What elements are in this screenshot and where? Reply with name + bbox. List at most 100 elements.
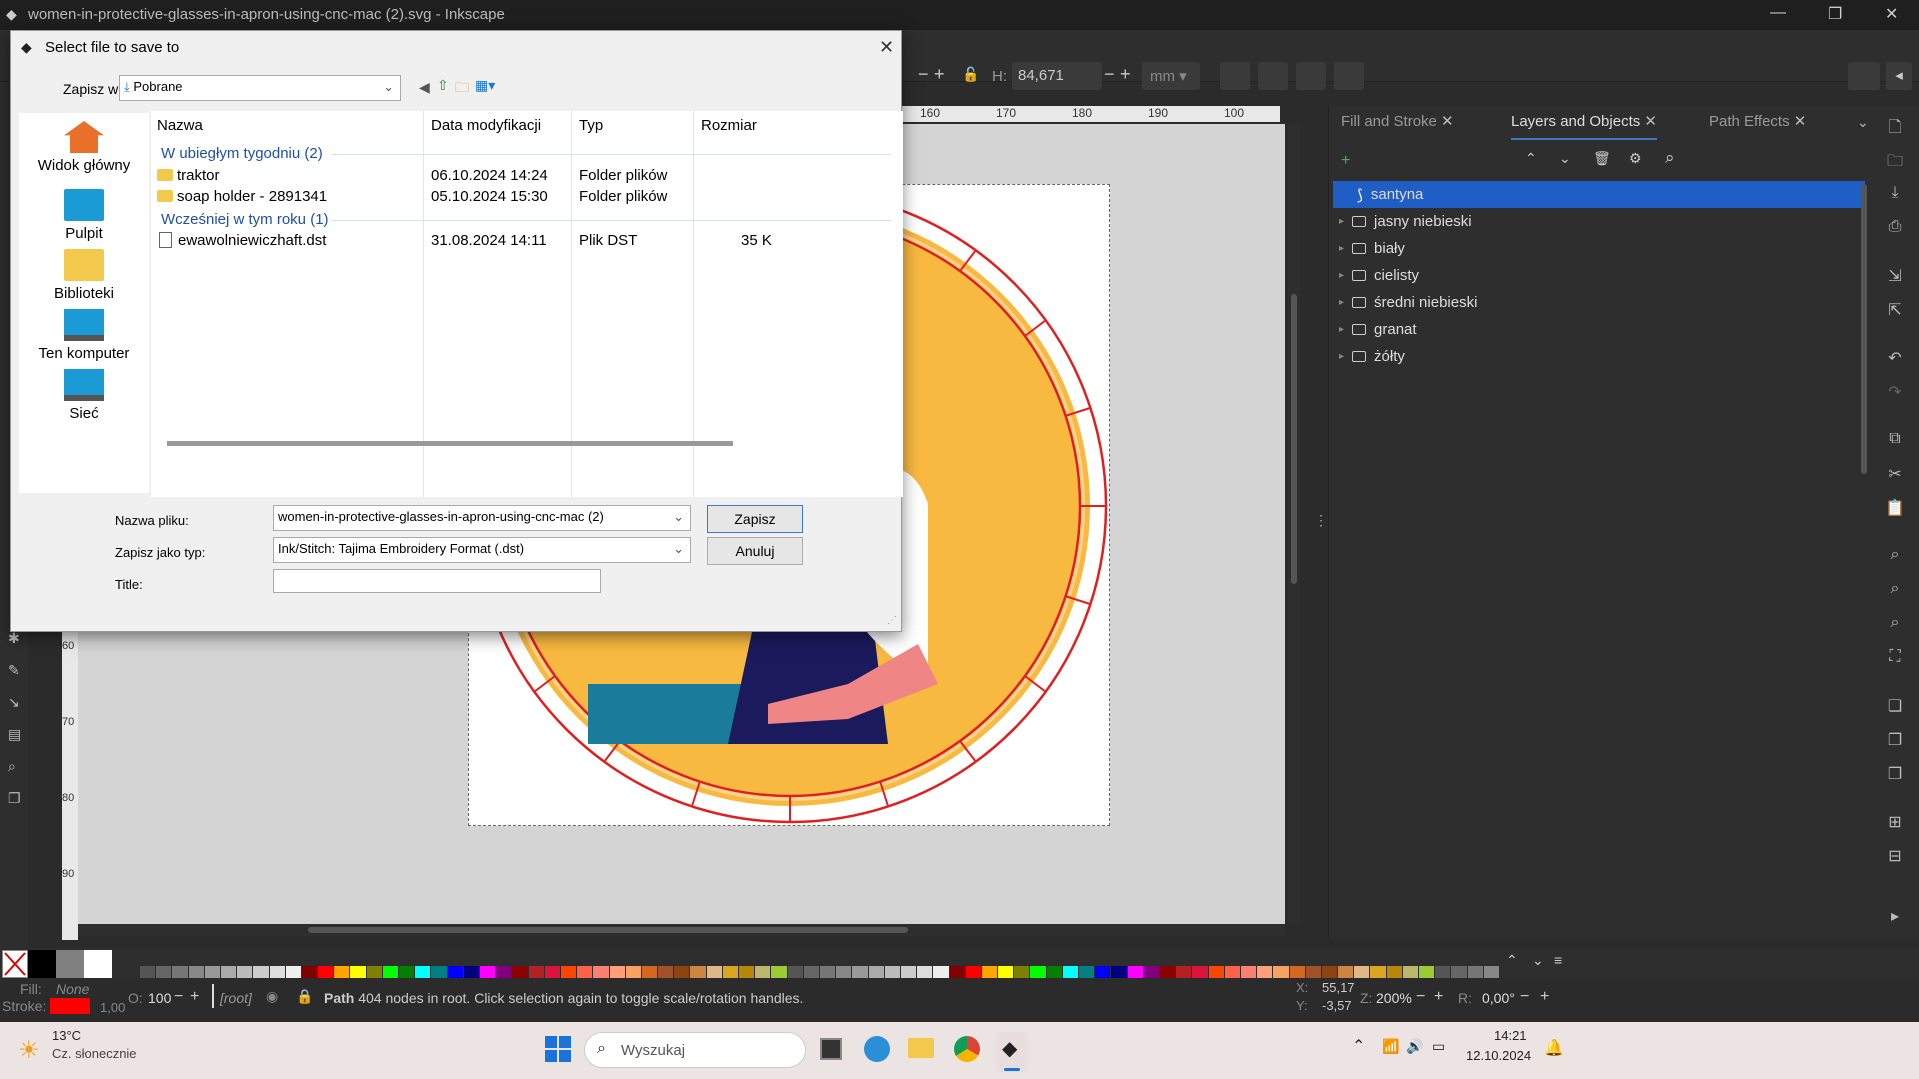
expand-triangle-icon[interactable]: ▸ xyxy=(1339,351,1344,362)
lock-layer-icon[interactable]: 🔒 xyxy=(296,988,313,1005)
palette-swatch[interactable] xyxy=(366,966,382,978)
battery-icon[interactable]: ▭ xyxy=(1432,1038,1445,1055)
zoom-plus-button[interactable]: + xyxy=(1434,988,1443,1006)
spray-tool-icon[interactable]: ✱ xyxy=(8,630,20,647)
search-icon[interactable]: ⌕ xyxy=(1665,148,1675,168)
connector-tool-icon[interactable]: ↘ xyxy=(8,694,20,711)
pages-tool-icon[interactable]: ▤ xyxy=(8,726,21,743)
add-layer-icon[interactable]: + xyxy=(1341,152,1350,170)
palette-swatch[interactable] xyxy=(787,966,803,978)
wifi-icon[interactable]: 📶 xyxy=(1382,1038,1399,1055)
start-button[interactable] xyxy=(545,1036,571,1062)
transform-option-2-button[interactable] xyxy=(1258,62,1288,90)
clone-icon[interactable]: ❐ xyxy=(1883,730,1907,750)
layer-row-sredni-niebieski[interactable]: ▸ średni niebieski xyxy=(1333,289,1865,316)
palette-swatch[interactable] xyxy=(1419,966,1435,978)
palette-swatch[interactable] xyxy=(1176,966,1192,978)
palette-swatch[interactable] xyxy=(1143,966,1159,978)
copy-icon[interactable]: ⧉ xyxy=(1883,430,1907,450)
palette-swatch[interactable] xyxy=(917,966,933,978)
close-icon[interactable]: ✕ xyxy=(1794,113,1807,130)
back-icon[interactable]: ◀ xyxy=(419,79,430,96)
column-separator[interactable] xyxy=(693,111,694,497)
move-down-icon[interactable]: ⌄ xyxy=(1559,150,1571,167)
swatch-black[interactable] xyxy=(28,950,56,978)
column-header-date[interactable]: Data modyfikacji xyxy=(431,117,541,134)
palette-swatch[interactable] xyxy=(933,966,949,978)
tab-path-effects[interactable]: Path Effects ✕ xyxy=(1709,112,1806,140)
palette-swatch[interactable] xyxy=(496,966,512,978)
palette-swatch[interactable] xyxy=(1079,966,1095,978)
palette-swatch[interactable] xyxy=(1273,966,1289,978)
column-header-name[interactable]: Nazwa xyxy=(157,117,203,134)
file-row[interactable]: traktor xyxy=(157,167,220,184)
palette-swatch[interactable] xyxy=(1014,966,1030,978)
palette-swatch[interactable] xyxy=(884,966,900,978)
palette-swatch[interactable] xyxy=(1402,966,1419,978)
horizontal-scroll-thumb[interactable] xyxy=(308,927,908,933)
height-input[interactable]: 84,671 xyxy=(1012,62,1102,90)
palette-swatch[interactable] xyxy=(1354,966,1370,978)
place-desktop[interactable]: Pulpit xyxy=(19,189,149,242)
palette-swatch[interactable] xyxy=(1305,966,1321,978)
dialog-close-icon[interactable]: ✕ xyxy=(879,37,894,58)
palette-swatch[interactable] xyxy=(334,966,350,978)
palette-swatch[interactable] xyxy=(512,966,528,978)
delete-icon[interactable]: 🗑 xyxy=(1593,150,1611,167)
palette-swatch[interactable] xyxy=(820,966,836,978)
new-document-icon[interactable]: 🗋 xyxy=(1883,116,1907,136)
layer-row-zolty[interactable]: ▸ żółty xyxy=(1333,343,1865,370)
vertical-scrollbar[interactable] xyxy=(1288,124,1300,924)
palette-swatch[interactable] xyxy=(1435,966,1451,978)
rotation-minus-button[interactable]: − xyxy=(1520,988,1529,1006)
rotation-value[interactable]: 0,00° xyxy=(1482,990,1515,1006)
visibility-eye-icon[interactable]: ◉ xyxy=(266,988,278,1005)
palette-swatch[interactable] xyxy=(1240,966,1257,978)
notifications-bell-icon[interactable]: 🔔 xyxy=(1544,1038,1564,1058)
restore-button[interactable]: ❐ xyxy=(1828,4,1842,24)
filename-input[interactable]: women-in-protective-glasses-in-apron-usi… xyxy=(273,505,691,531)
snap-menu-button[interactable]: ◂ xyxy=(1886,62,1912,90)
layer-row-cielisty[interactable]: ▸ cielisty xyxy=(1333,262,1865,289)
palette-swatch[interactable] xyxy=(593,966,609,978)
file-row[interactable]: soap holder - 2891341 xyxy=(157,188,327,205)
tray-chevron-icon[interactable]: ⌃ xyxy=(1352,1036,1365,1056)
palette-swatch[interactable] xyxy=(1111,966,1127,978)
palette-swatch[interactable] xyxy=(1467,966,1483,978)
palette-swatch[interactable] xyxy=(350,966,366,978)
expand-triangle-icon[interactable]: ▸ xyxy=(1339,216,1344,227)
rotation-plus-button[interactable]: + xyxy=(1540,988,1549,1006)
task-view-icon[interactable] xyxy=(820,1038,842,1060)
width-plus-button[interactable]: + xyxy=(934,64,945,85)
palette-swatch[interactable] xyxy=(415,966,431,978)
palette-swatch[interactable] xyxy=(836,966,852,978)
palette-swatch[interactable] xyxy=(998,966,1014,978)
palette-swatch[interactable] xyxy=(253,966,269,978)
print-icon[interactable]: ⎙ xyxy=(1883,218,1907,238)
view-menu-icon[interactable]: ▦▾ xyxy=(475,77,495,94)
clock-date[interactable]: 12.10.2024 xyxy=(1466,1048,1531,1063)
close-icon[interactable]: ✕ xyxy=(1441,113,1454,130)
palette-swatch[interactable] xyxy=(706,966,722,978)
no-paint-swatch[interactable] xyxy=(2,950,28,978)
palette-swatch[interactable] xyxy=(577,966,593,978)
palette-swatch[interactable] xyxy=(658,966,674,978)
unlink-clone-icon[interactable]: ❐ xyxy=(1883,764,1907,784)
palette-swatch[interactable] xyxy=(1289,966,1305,978)
palette-swatch[interactable] xyxy=(1370,966,1386,978)
column-header-size[interactable]: Rozmiar xyxy=(701,117,757,134)
palette-swatch[interactable] xyxy=(1192,966,1208,978)
palette-swatch[interactable] xyxy=(981,966,998,978)
fill-value[interactable]: None xyxy=(56,981,89,997)
place-this-pc[interactable]: Ten komputer xyxy=(19,309,149,362)
palette-swatch[interactable] xyxy=(1483,966,1499,978)
close-window-button[interactable]: ✕ xyxy=(1885,4,1898,24)
palette-swatch[interactable] xyxy=(301,966,318,978)
palette-swatch[interactable] xyxy=(641,966,658,978)
group-header[interactable]: Wcześniej w tym roku (1) xyxy=(161,211,329,228)
opacity-value[interactable]: 100 xyxy=(148,990,171,1006)
stroke-color-swatch[interactable] xyxy=(50,998,90,1014)
palette-swatch[interactable] xyxy=(544,966,560,978)
palette-swatch[interactable] xyxy=(431,966,447,978)
inkscape-taskbar-icon[interactable]: ◆ xyxy=(996,1032,1028,1072)
